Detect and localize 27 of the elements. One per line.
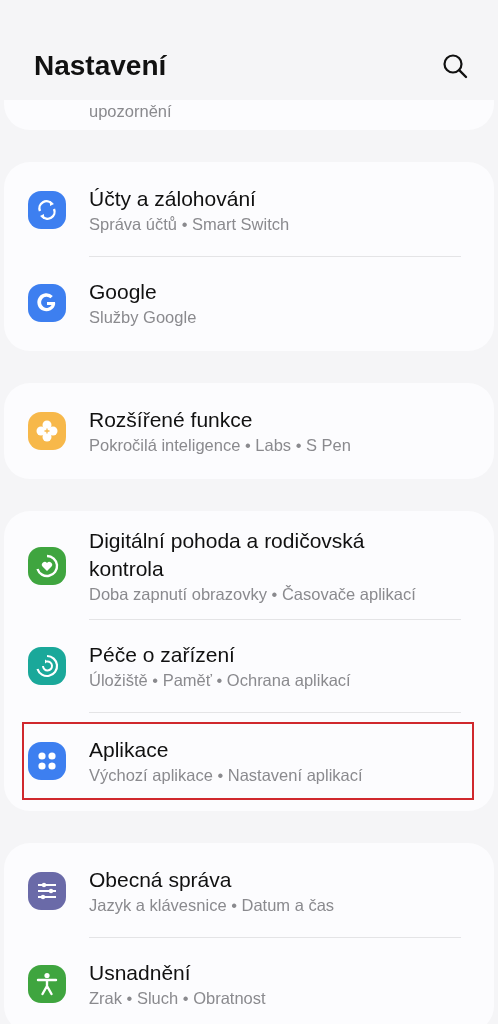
item-subtitle: Úložiště • Paměť • Ochrana aplikací <box>89 670 351 691</box>
item-subtitle: Výchozí aplikace • Nastavení aplikací <box>89 765 363 786</box>
item-title: Účty a zálohování <box>89 186 257 212</box>
settings-item[interactable]: Péče o zařízení Úložiště • Paměť • Ochrana aplikací <box>22 620 474 712</box>
item-title: Aplikace <box>89 737 170 763</box>
item-title: Usnadnění <box>89 960 192 986</box>
item-title: Péče o zařízení <box>89 642 236 668</box>
item-subtitle: Jazyk a klávesnice • Datum a čas <box>89 895 335 916</box>
item-title: Obecná správa <box>89 867 233 893</box>
item-title: Google <box>89 279 158 305</box>
item-title: Digitální pohoda a rodičovská kontrola <box>89 528 366 582</box>
settings-item[interactable]: Aplikace Výchozí aplikace • Nastavení aplikací <box>22 722 474 800</box>
item-subtitle: Služby Google <box>89 307 197 328</box>
page-title: Nastavení <box>34 50 167 82</box>
item-title: Rozšířené funkce <box>89 407 254 433</box>
item-subtitle: Pokročilá inteligence • Labs • S Pen <box>89 435 351 456</box>
settings-item[interactable]: Obecná správa Jazyk a klávesnice • Datum a čas <box>22 845 474 937</box>
settings-item[interactable]: Účty a zálohování Správa účtů • Smart Switch <box>22 164 474 256</box>
item-subtitle: upozornění <box>89 101 172 122</box>
search-icon[interactable] <box>442 53 468 79</box>
settings-item[interactable]: Digitální pohoda a rodičovská kontrola Doba zapnutí obrazovky • Časovače aplikací <box>22 513 474 619</box>
item-subtitle: Zrak • Sluch • Obratnost <box>89 988 266 1009</box>
item-subtitle: Doba zapnutí obrazovky • Časovače aplikací <box>89 584 416 605</box>
settings-item[interactable]: Rozšířené funkce Pokročilá inteligence • Labs • S Pen <box>22 385 474 477</box>
item-subtitle: Správa účtů • Smart Switch <box>89 214 290 235</box>
settings-item[interactable]: Google Služby Google <box>22 257 474 349</box>
settings-item[interactable]: Usnadnění Zrak • Sluch • Obratnost <box>22 938 474 1024</box>
